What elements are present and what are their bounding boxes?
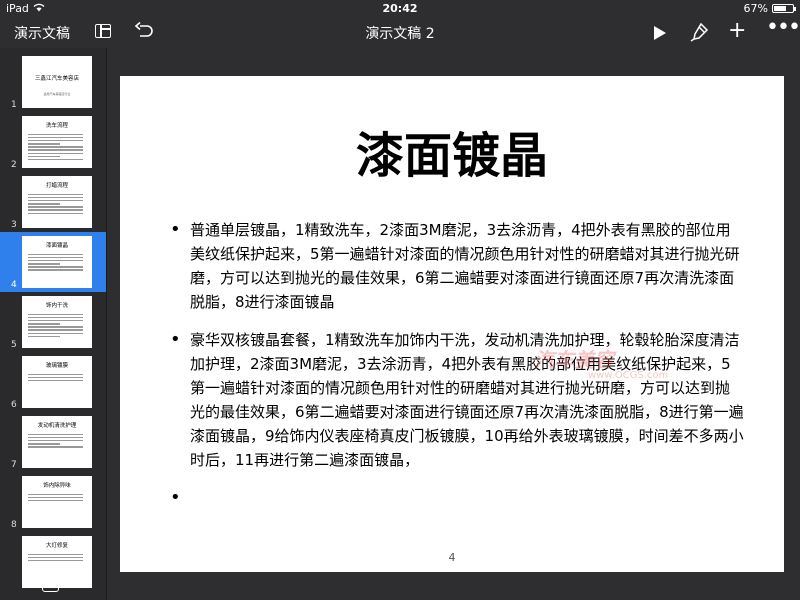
sidebar-divider: [106, 48, 107, 600]
slide-thumbnail-5[interactable]: 5 饰内干洗: [0, 292, 106, 352]
slide-thumbnail-preview: 饰内干洗: [22, 296, 92, 348]
document-title[interactable]: 演示文稿 2: [365, 26, 434, 42]
slide-number: 7: [11, 460, 17, 470]
slide-thumbnail-preview: 玻璃镀膜: [22, 356, 92, 408]
thumbnail-title: 饰内干洗: [45, 303, 68, 309]
more-options-icon[interactable]: •••: [766, 17, 800, 39]
format-brush-icon[interactable]: [690, 22, 710, 42]
insert-plus-icon[interactable]: +: [728, 20, 746, 42]
thumbnail-text-lines: [28, 254, 86, 271]
slide-number: 4: [11, 280, 17, 290]
toolbar: 演示文稿 演示文稿 2 + •••: [0, 16, 800, 48]
slide-number: 1: [11, 100, 17, 110]
thumbnail-text-lines: [28, 434, 86, 448]
slide-canvas[interactable]: 漆面镀晶 普通单层镀晶，1精致洗车，2漆面3M磨泥，3去涂沥青，4把外表有黑胶的…: [120, 76, 784, 572]
page-number: 4: [448, 551, 456, 564]
watermark-logo: 汽车美容: [534, 348, 614, 372]
watermark-url: www.OCGS.com: [588, 370, 669, 381]
thumbnail-text-lines: [28, 134, 86, 161]
thumbnail-title: 打蜡流程: [45, 183, 68, 189]
slide-navigator: 1 三鑫江汽车美容店 适用汽车美容店行业 2 洗车流程 3 打蜡流程 4 漆面镀晶 5 饰内干洗 6 玻…: [0, 48, 106, 600]
play-icon[interactable]: [654, 26, 666, 40]
thumbnail-text-lines: [28, 314, 86, 337]
status-bar: iPad 20:42 67%: [0, 0, 800, 16]
slide-thumbnail-preview: 饰内除异味: [22, 476, 92, 528]
slide-number: 8: [11, 520, 17, 530]
slide-navigator-toggle-icon[interactable]: [95, 24, 111, 38]
slide-thumbnail-8[interactable]: 8 饰内除异味: [0, 472, 106, 532]
undo-icon[interactable]: [134, 21, 154, 40]
slide-number: 2: [11, 160, 17, 170]
slide-thumbnail-2[interactable]: 2 洗车流程: [0, 112, 106, 172]
battery-icon: [772, 4, 796, 13]
thumbnail-text-lines: [28, 554, 86, 562]
status-time: 20:42: [382, 2, 418, 15]
slide-thumbnail-4[interactable]: 4 漆面镀晶: [0, 232, 106, 292]
slide-thumbnail-7[interactable]: 7 发动机清洗护理: [0, 412, 106, 472]
bullet-item[interactable]: 普通单层镀晶，1精致洗车，2漆面3M磨泥，3去涂沥青，4把外表有黑胶的部位用美纹…: [170, 218, 744, 314]
slide-thumbnail-preview: 发动机清洗护理: [22, 416, 92, 468]
thumbnail-subtitle: 适用汽车美容店行业: [43, 92, 71, 96]
battery-percent: 67%: [743, 2, 768, 15]
back-to-documents-button[interactable]: 演示文稿: [14, 23, 70, 43]
slide-thumbnail-preview: 三鑫江汽车美容店 适用汽车美容店行业: [22, 56, 92, 108]
thumbnail-title: 漆面镀晶: [45, 243, 68, 249]
thumbnail-title: 发动机清洗护理: [37, 423, 77, 429]
add-slide-button[interactable]: +: [42, 575, 59, 592]
thumbnail-title: 三鑫江汽车美容店: [34, 76, 79, 82]
thumbnail-text-lines: [28, 374, 86, 382]
slide-thumbnail-preview: 漆面镀晶: [22, 236, 92, 288]
slide-number: 6: [11, 400, 17, 410]
slide-title[interactable]: 漆面镀晶: [120, 116, 784, 186]
bullet-item-empty[interactable]: [170, 486, 744, 510]
thumbnail-title: 饰内除异味: [43, 483, 71, 489]
bullet-item[interactable]: 豪华双核镀晶套餐，1精致洗车加饰内干洗，发动机清洗加护理，轮毂轮胎深度清洁加护理…: [170, 328, 744, 472]
slide-thumbnail-3[interactable]: 3 打蜡流程: [0, 172, 106, 232]
slide-number: 5: [11, 340, 17, 350]
thumbnail-text-lines: [28, 494, 86, 502]
slide-thumbnail-preview: 洗车流程: [22, 116, 92, 168]
battery-fill: [774, 6, 787, 11]
thumbnail-title: 玻璃镀膜: [45, 363, 68, 369]
document-title-area: 演示文稿 2: [0, 23, 800, 43]
status-right: 67%: [743, 2, 796, 15]
slide-thumbnail-preview: 打蜡流程: [22, 176, 92, 228]
slide-thumbnail-6[interactable]: 6 玻璃镀膜: [0, 352, 106, 412]
slide-thumbnail-1[interactable]: 1 三鑫江汽车美容店 适用汽车美容店行业: [0, 52, 106, 112]
thumbnail-title: 洗车流程: [45, 123, 68, 129]
slide-number: 3: [11, 220, 17, 230]
thumbnail-text-lines: [28, 194, 86, 214]
thumbnail-title: 大灯修复: [45, 543, 68, 549]
